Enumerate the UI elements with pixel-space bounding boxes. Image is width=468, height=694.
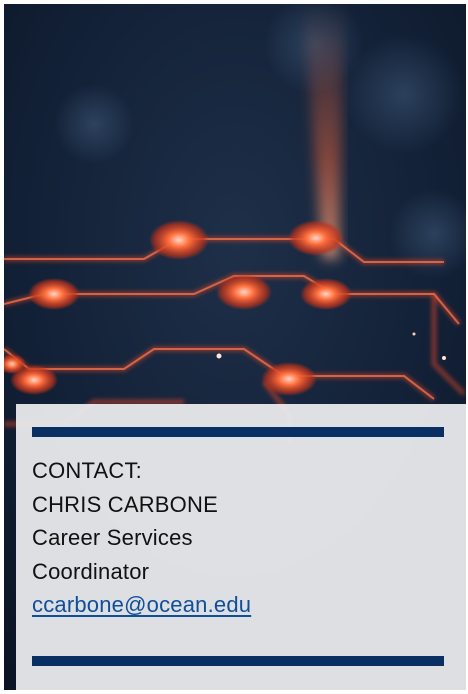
contact-details: CONTACT: CHRIS CARBONE Career Services C… [32,454,452,622]
bottom-divider-bar [32,656,444,666]
email-link[interactable]: ccarbone@ocean.edu [32,592,251,617]
contact-heading: CONTACT: [32,458,142,483]
top-divider-bar [32,427,444,437]
contact-name: CHRIS CARBONE [32,491,218,517]
contact-title-line-2: Coordinator [32,558,150,584]
contact-info-panel: CONTACT: CHRIS CARBONE Career Services C… [16,404,466,690]
contact-title-line-1: Career Services [32,525,193,550]
contact-card: CONTACT: CHRIS CARBONE Career Services C… [4,4,466,690]
